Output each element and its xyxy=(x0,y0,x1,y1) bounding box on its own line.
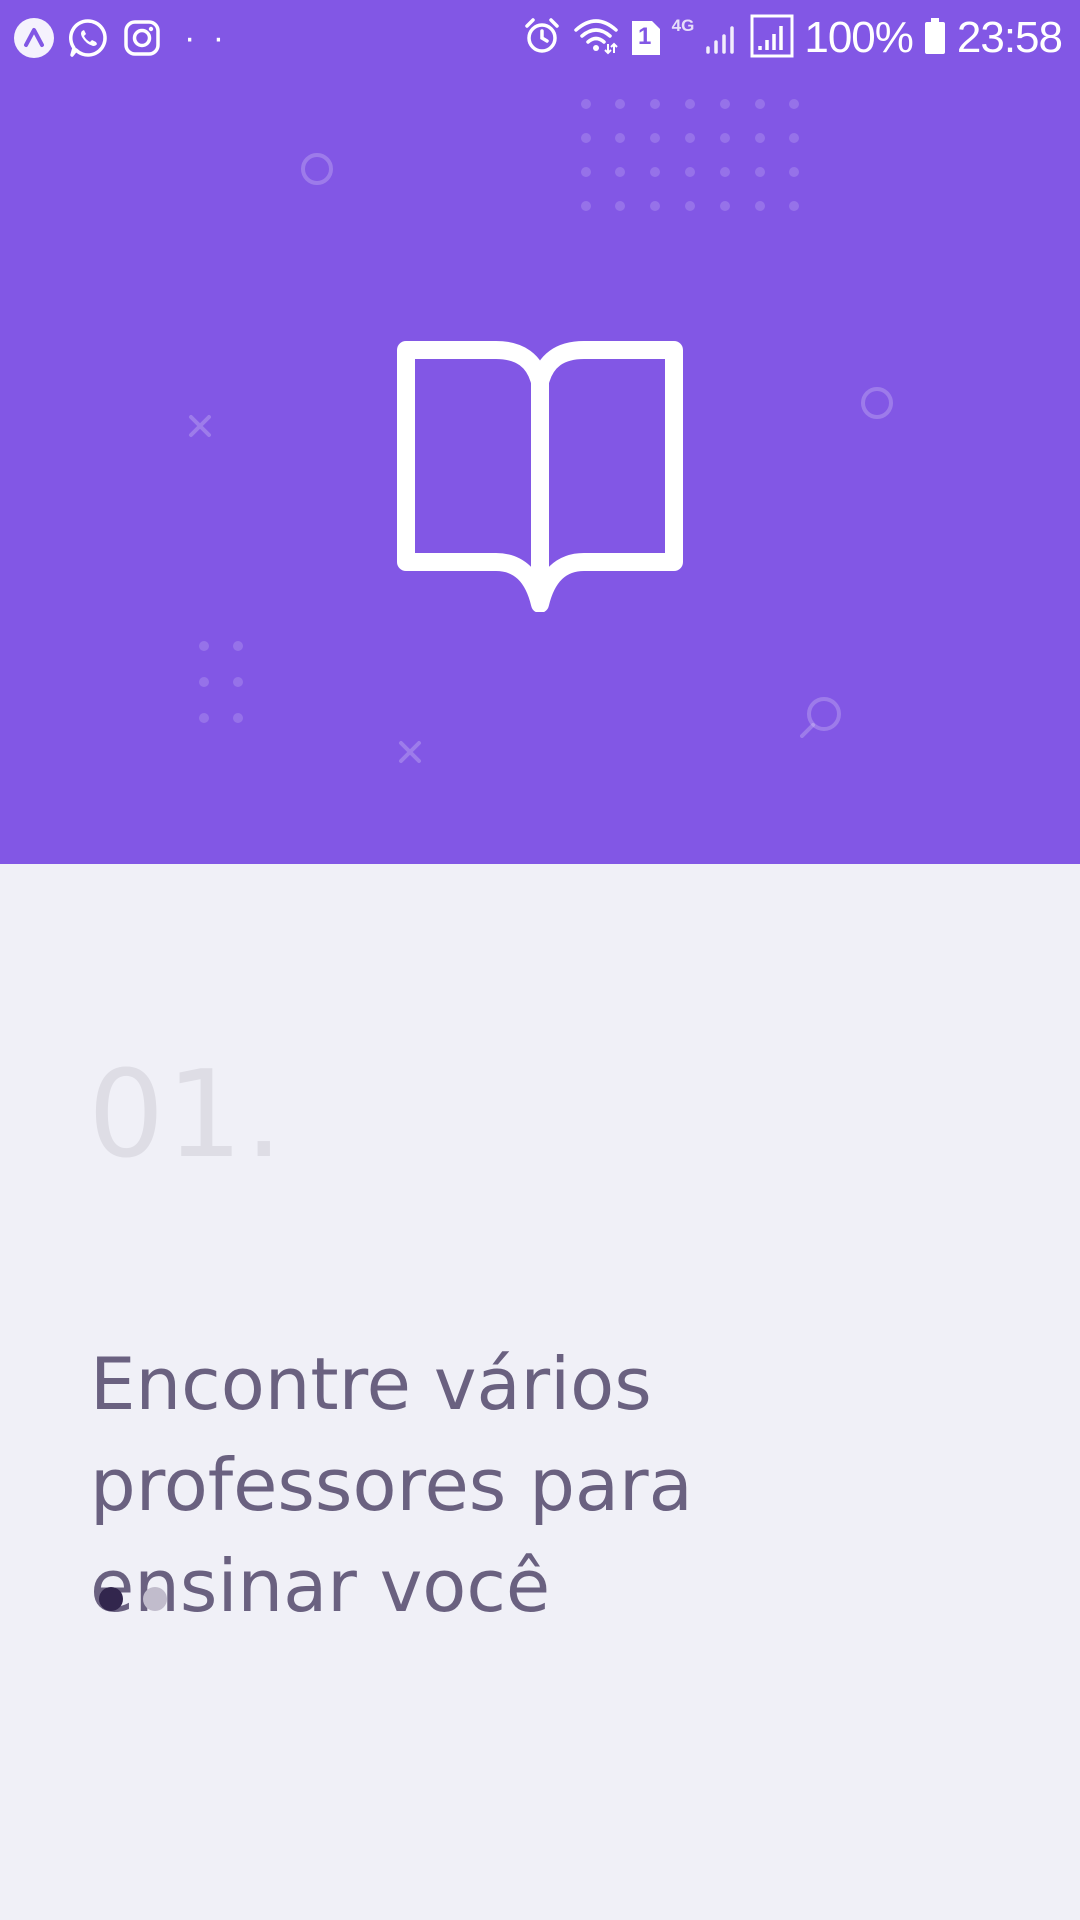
signal-icon-1 xyxy=(704,16,740,61)
open-book-icon xyxy=(397,341,683,612)
status-bar: · · 1 4G 100% 23:58 xyxy=(0,0,1080,76)
wifi-icon xyxy=(572,16,620,61)
alarm-icon xyxy=(522,16,562,61)
pager-dot-active[interactable] xyxy=(99,1587,123,1611)
page-number: 01. xyxy=(88,1046,285,1185)
clock: 23:58 xyxy=(956,13,1063,62)
pager-indicator xyxy=(99,1587,187,1611)
heading-line: Encontre vários xyxy=(90,1342,652,1426)
sim-badge: 1 xyxy=(630,19,662,57)
cross-decoration xyxy=(399,741,421,763)
battery-icon xyxy=(923,16,947,61)
more-notifications-indicator: · · xyxy=(184,19,229,57)
dot-grid-decoration xyxy=(199,641,243,723)
onboarding-heading: Encontre vários professores para ensinar… xyxy=(90,1334,850,1637)
expo-icon xyxy=(12,16,56,60)
ring-decoration xyxy=(861,387,893,419)
heading-line: professores para xyxy=(90,1443,693,1527)
instagram-icon xyxy=(120,16,164,60)
battery-percentage: 100% xyxy=(804,13,914,62)
heading-line: ensinar você xyxy=(90,1544,551,1628)
dot-grid-decoration xyxy=(581,99,799,211)
magnifier-decoration xyxy=(800,697,841,738)
cross-decoration xyxy=(189,415,211,437)
hero-banner: · · 1 4G 100% 23:58 xyxy=(0,0,1080,864)
signal-icon-2 xyxy=(750,14,794,63)
onboarding-content: 01. Encontre vários professores para ens… xyxy=(0,864,1080,1920)
ring-decoration xyxy=(301,153,333,185)
pager-dot-inactive[interactable] xyxy=(143,1587,167,1611)
network-type-label: 4G xyxy=(671,16,695,35)
whatsapp-icon xyxy=(66,16,110,60)
